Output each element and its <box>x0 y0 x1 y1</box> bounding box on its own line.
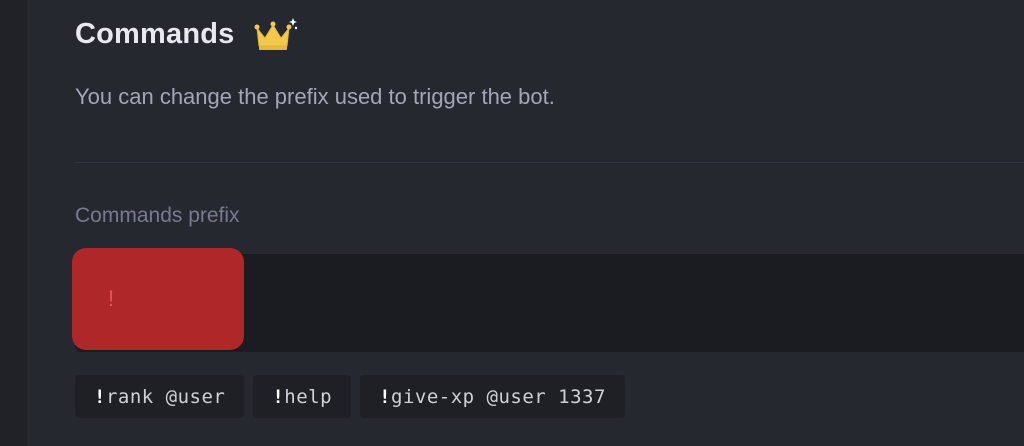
prefix-field-label: Commands prefix <box>75 204 240 227</box>
prefix-input[interactable] <box>72 248 244 350</box>
divider <box>75 162 1024 163</box>
section-description: You can change the prefix used to trigge… <box>75 84 555 109</box>
command-chip-give-xp: ! give-xp @user 1337 <box>360 375 625 418</box>
section-header: Commands <box>75 12 299 56</box>
left-rail <box>0 0 27 446</box>
example-commands: ! rank @user ! help ! give-xp @user 1337 <box>75 375 625 418</box>
command-chip-help: ! help <box>253 375 352 418</box>
command-chip-rank: ! rank @user <box>75 375 245 418</box>
crown-icon <box>253 16 299 52</box>
section-title: Commands <box>75 17 235 50</box>
